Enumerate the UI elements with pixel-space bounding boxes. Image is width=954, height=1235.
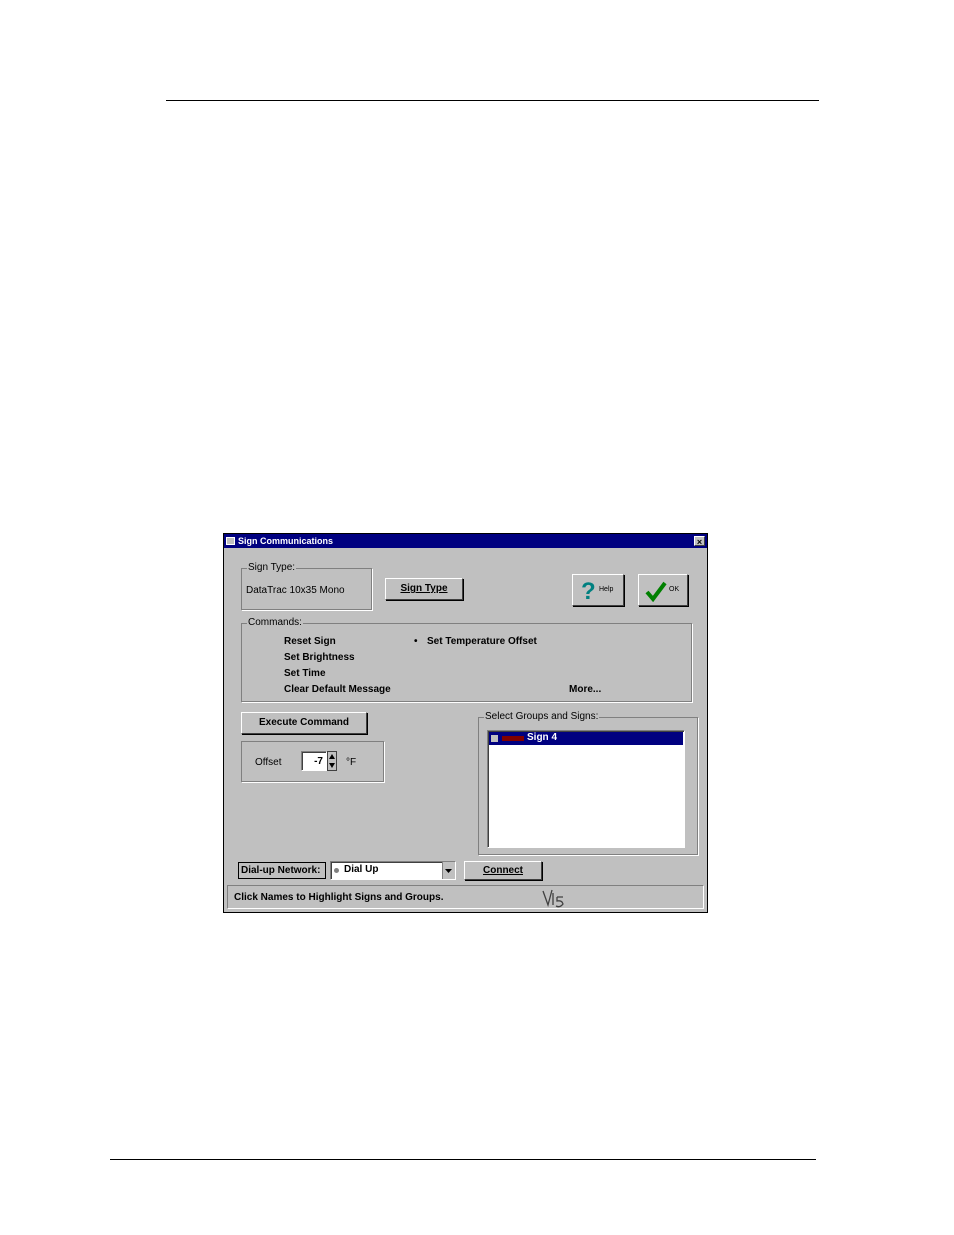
commands-group: Commands: Reset Sign Set Brightness Set … <box>241 617 692 702</box>
command-reset-sign[interactable]: Reset Sign <box>284 636 336 647</box>
footer-rule <box>110 1159 816 1160</box>
window-title: Sign Communications <box>238 536 334 546</box>
offset-input[interactable]: -7 <box>301 751 327 771</box>
system-menu-icon[interactable] <box>226 537 235 545</box>
command-set-brightness[interactable]: Set Brightness <box>284 652 355 663</box>
commands-group-label: Commands: <box>247 617 303 629</box>
spin-down-icon[interactable] <box>328 761 336 770</box>
help-button[interactable]: ? Help <box>572 574 624 606</box>
list-item-sign-4[interactable]: Sign 4 <box>489 732 683 745</box>
sign-tree-icon <box>491 735 498 742</box>
execute-command-button[interactable]: Execute Command <box>241 712 367 734</box>
dialup-network-select[interactable]: Dial Up <box>330 861 456 880</box>
title-bar[interactable]: Sign Communications × <box>224 534 707 548</box>
list-item-label: Sign 4 <box>527 732 558 743</box>
chevron-down-icon <box>445 869 452 873</box>
offset-group: Offset -7 °F <box>241 741 384 782</box>
command-selected-marker-icon: • <box>414 636 418 647</box>
sign-type-button[interactable]: Sign Type <box>385 578 463 600</box>
select-groups-group: Select Groups and Signs: Sign 4 <box>478 711 698 855</box>
sign-color-swatch-icon <box>502 736 524 741</box>
offset-spinner[interactable] <box>327 751 337 771</box>
command-set-time[interactable]: Set Time <box>284 668 326 679</box>
spin-up-icon[interactable] <box>328 752 336 761</box>
help-label: Help <box>599 586 614 593</box>
ok-button[interactable]: OK <box>638 574 688 606</box>
connect-button[interactable]: Connect <box>464 861 542 880</box>
dropdown-arrow-button[interactable] <box>442 862 455 879</box>
header-rule <box>166 100 819 101</box>
svg-text:?: ? <box>581 579 595 601</box>
command-set-temperature-offset[interactable]: Set Temperature Offset <box>427 636 537 647</box>
sign-type-button-label: Sign Type <box>400 583 448 594</box>
dialup-network-label: Dial-up Network: <box>241 865 321 876</box>
signature-mark-icon <box>542 889 564 908</box>
dialup-network-value: Dial Up <box>344 864 379 875</box>
sign-type-group: Sign Type: DataTrac 10x35 Mono <box>241 562 372 610</box>
ok-label: OK <box>669 586 680 593</box>
sign-type-group-label: Sign Type: <box>247 562 297 574</box>
sign-type-value: DataTrac 10x35 Mono <box>246 585 345 596</box>
command-clear-default-message[interactable]: Clear Default Message <box>284 684 391 695</box>
dialup-network-label-box: Dial-up Network: <box>238 862 326 879</box>
connect-label: Connect <box>483 865 523 876</box>
execute-command-label: Execute Command <box>258 717 350 728</box>
groups-list[interactable]: Sign 4 <box>487 730 685 848</box>
help-icon: ? <box>581 579 595 601</box>
offset-label: Offset <box>255 757 282 768</box>
select-groups-label: Select Groups and Signs: <box>484 711 600 723</box>
offset-unit: °F <box>346 757 357 768</box>
status-bar: Click Names to Highlight Signs and Group… <box>227 885 704 909</box>
dialup-icon <box>334 868 339 873</box>
close-button[interactable]: × <box>694 536 705 547</box>
sign-communications-window: Sign Communications × Sign Type: DataTra… <box>223 533 708 913</box>
checkmark-icon <box>645 581 667 602</box>
more-commands-link[interactable]: More... <box>569 684 601 695</box>
offset-value: -7 <box>314 756 323 767</box>
status-text: Click Names to Highlight Signs and Group… <box>234 892 444 903</box>
